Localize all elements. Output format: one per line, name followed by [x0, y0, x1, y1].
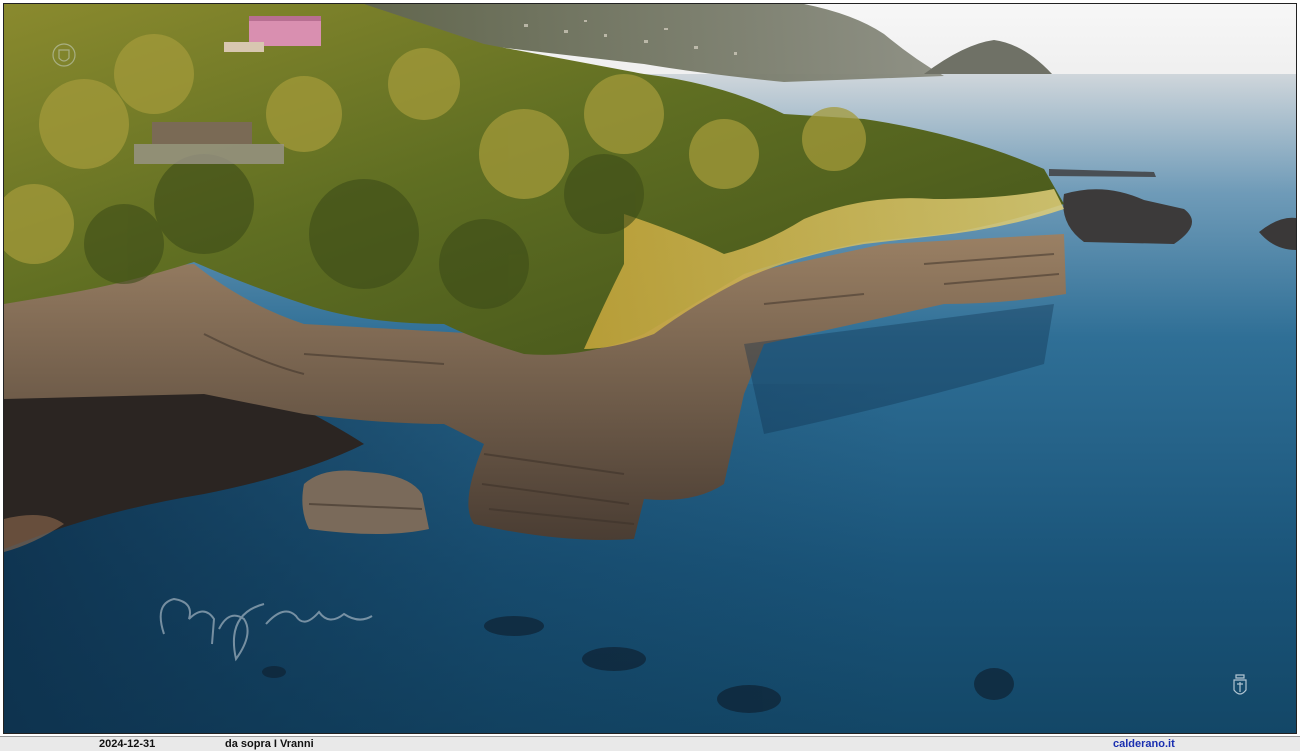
caption-title: da sopra I Vranni	[225, 738, 314, 750]
caption-site-link[interactable]: calderano.it	[1113, 737, 1175, 751]
signature-watermark	[159, 597, 373, 662]
photo-frame	[3, 3, 1297, 734]
caption-date: 2024-12-31	[99, 738, 156, 750]
caption-bar: 2024-12-31 da sopra I Vranni calderano.i…	[0, 736, 1300, 751]
crest-watermark-top-icon	[52, 43, 76, 67]
coat-of-arms-icon	[1233, 674, 1247, 695]
